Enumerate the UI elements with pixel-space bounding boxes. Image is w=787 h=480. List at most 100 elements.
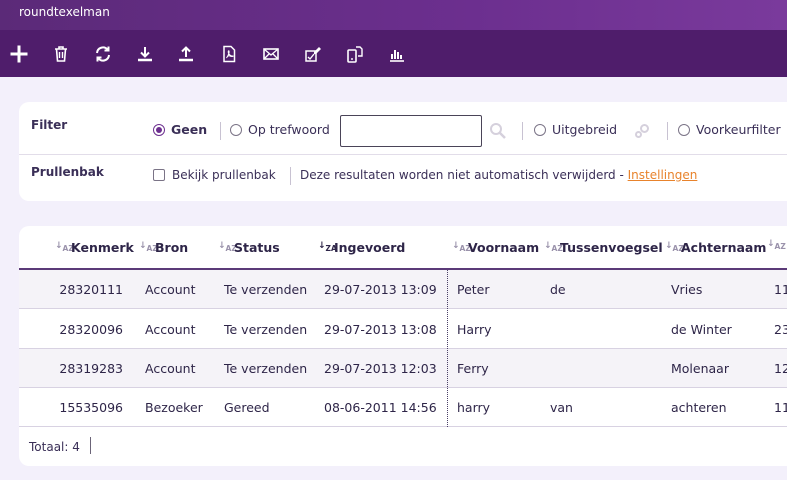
- filter-keyword-radio[interactable]: Op trefwoord: [230, 122, 330, 137]
- table-row[interactable]: 28320096 Account Te verzenden 29-07-2013…: [19, 310, 787, 349]
- filter-label: Filter: [31, 118, 68, 132]
- sort-icon: ↓AZ: [665, 241, 684, 253]
- sort-icon: ↓AZ: [139, 241, 158, 253]
- phone-doc-icon: [347, 46, 363, 63]
- import-button[interactable]: [134, 43, 156, 65]
- pen-doc-icon: [305, 47, 321, 62]
- sign-button[interactable]: [302, 43, 324, 65]
- stats-button[interactable]: [386, 43, 408, 65]
- sort-icon: ↓AZ: [55, 241, 74, 253]
- cell-voornaam: Harry: [457, 322, 492, 337]
- export-button[interactable]: [175, 43, 197, 65]
- sort-icon: ↓AZ: [452, 241, 471, 253]
- app-title: roundtexelman: [19, 5, 110, 19]
- trash-icon: [55, 46, 67, 62]
- total-count: Totaal: 4: [29, 440, 80, 454]
- cell-kenmerk: 28319283: [59, 361, 123, 376]
- cell-tussenvoegsel: de: [550, 282, 566, 297]
- cell-ingevoerd: 29-07-2013 13:09: [324, 282, 437, 297]
- trash-info: Deze resultaten worden niet automatisch …: [300, 168, 697, 182]
- view-trash-checkbox[interactable]: Bekijk prullenbak: [153, 168, 276, 182]
- cell-extra: 12: [774, 361, 787, 376]
- column-header-status[interactable]: ↓AZ Status: [218, 240, 280, 255]
- radio-dot: [678, 123, 690, 136]
- cell-tussenvoegsel: van: [550, 400, 573, 415]
- divider: [290, 167, 291, 185]
- cell-extra: 23: [774, 322, 787, 337]
- cell-voornaam: harry: [457, 400, 491, 415]
- cell-achternaam: Vries: [671, 282, 703, 297]
- cell-ingevoerd: 29-07-2013 12:03: [324, 361, 437, 376]
- delete-button[interactable]: [50, 43, 72, 65]
- cell-achternaam: achteren: [671, 400, 727, 415]
- extended-settings-button[interactable]: [633, 122, 651, 144]
- column-header-more[interactable]: ↓AZ: [767, 239, 786, 251]
- cell-status: Te verzenden: [224, 322, 308, 337]
- filter-keyword-label: Op trefwoord: [248, 122, 330, 137]
- column-header-tussenvoegsel[interactable]: ↓AZ Tussenvoegsel: [544, 240, 663, 255]
- upload-icon: [179, 46, 193, 62]
- column-header-bron[interactable]: ↓AZ Bron: [139, 240, 188, 255]
- cell-status: Te verzenden: [224, 282, 308, 297]
- cell-ingevoerd: 08-06-2011 14:56: [324, 400, 437, 415]
- search-icon: [490, 123, 506, 139]
- trash-info-text: Deze resultaten worden niet automatisch …: [300, 168, 628, 182]
- filter-none-radio[interactable]: Geen: [153, 122, 207, 137]
- bar-chart-icon: [390, 50, 404, 62]
- column-header-voornaam[interactable]: ↓AZ Voornaam: [452, 240, 539, 255]
- gears-icon: [635, 124, 649, 138]
- sort-icon: ↓AZ: [544, 241, 563, 253]
- table-row[interactable]: 28320111 Account Te verzenden 29-07-2013…: [19, 270, 787, 309]
- cell-bron: Account: [145, 282, 196, 297]
- column-header-ingevoerd[interactable]: ↓ZA Ingevoerd: [318, 240, 405, 255]
- refresh-button[interactable]: [92, 43, 114, 65]
- trash-label: Prullenbak: [31, 165, 104, 179]
- add-button[interactable]: [8, 43, 30, 65]
- cell-extra: 11: [774, 400, 787, 415]
- divider: [522, 122, 523, 140]
- filter-none-label: Geen: [171, 122, 208, 137]
- column-header-kenmerk[interactable]: ↓AZ Kenmerk: [55, 240, 134, 255]
- cell-status: Gereed: [224, 400, 270, 415]
- search-button[interactable]: [489, 122, 507, 144]
- settings-link[interactable]: Instellingen: [628, 168, 698, 182]
- table-row[interactable]: 28319283 Account Te verzenden 29-07-2013…: [19, 349, 787, 388]
- mobile-button[interactable]: [344, 43, 366, 65]
- email-button[interactable]: [260, 43, 282, 65]
- toolbar: [0, 30, 787, 77]
- title-bar: roundtexelman: [0, 0, 787, 30]
- cell-bron: Account: [145, 322, 196, 337]
- radio-dot: [230, 123, 242, 136]
- checkbox-box: [153, 169, 165, 181]
- sort-icon: ↓AZ: [767, 239, 786, 251]
- filter-preference-radio[interactable]: Voorkeurfilter: [678, 122, 781, 137]
- radio-dot: [153, 123, 165, 136]
- keyword-input[interactable]: [340, 115, 482, 147]
- divider: [667, 122, 668, 140]
- table-row[interactable]: 15535096 Bezoeker Gereed 08-06-2011 14:5…: [19, 388, 787, 427]
- column-header-achternaam[interactable]: ↓AZ Achternaam: [665, 240, 766, 255]
- cell-status: Te verzenden: [224, 361, 308, 376]
- cell-voornaam: Ferry: [457, 361, 489, 376]
- filter-panel: Filter Geen Op trefwoord Uitgebreid Voor…: [19, 102, 787, 201]
- cell-ingevoerd: 29-07-2013 13:08: [324, 322, 437, 337]
- envelope-icon: [263, 48, 279, 60]
- frozen-column-divider: [447, 270, 448, 427]
- cell-kenmerk: 15535096: [59, 400, 123, 415]
- footer-divider: [90, 437, 91, 454]
- divider: [220, 122, 221, 140]
- cell-bron: Bezoeker: [145, 400, 203, 415]
- cell-achternaam: Molenaar: [671, 361, 729, 376]
- download-icon: [138, 47, 152, 62]
- pdf-button[interactable]: [218, 43, 240, 65]
- results-grid: ↓AZ Kenmerk ↓AZ Bron ↓AZ Status ↓ZA Ingevoer…: [19, 226, 787, 466]
- cell-kenmerk: 28320111: [59, 282, 123, 297]
- filter-divider: [19, 154, 787, 155]
- filter-extended-radio[interactable]: Uitgebreid: [534, 122, 617, 137]
- sort-desc-icon: ↓ZA: [318, 241, 337, 253]
- refresh-icon: [96, 46, 110, 62]
- cell-achternaam: de Winter: [671, 322, 732, 337]
- cell-voornaam: Peter: [457, 282, 490, 297]
- pdf-icon: [223, 45, 236, 63]
- plus-icon: [10, 45, 28, 63]
